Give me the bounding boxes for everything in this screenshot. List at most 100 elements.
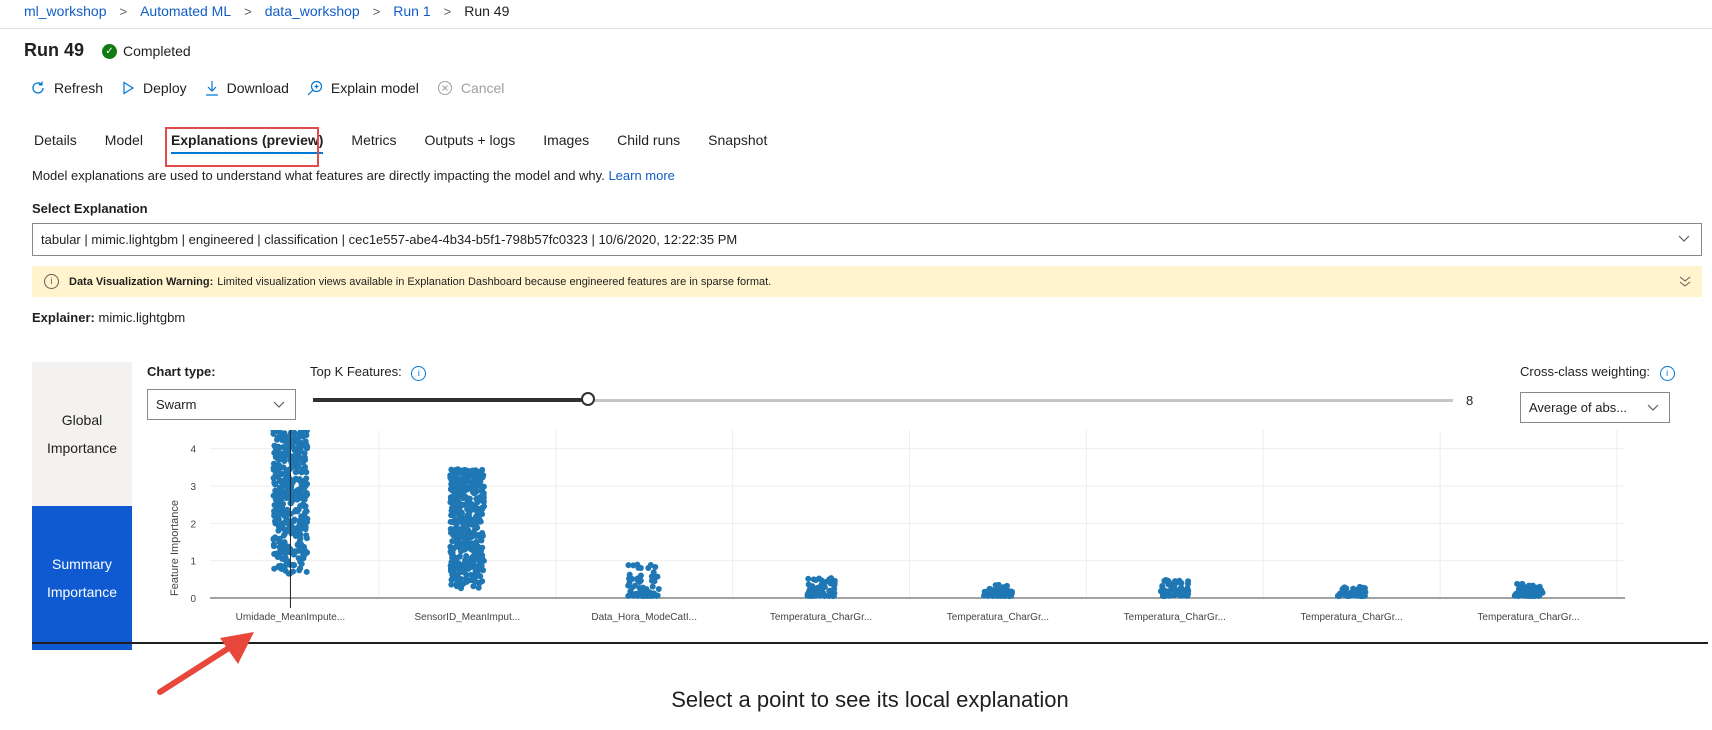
data-point[interactable] bbox=[281, 476, 288, 483]
data-point[interactable] bbox=[993, 592, 1000, 599]
data-point[interactable] bbox=[480, 490, 487, 497]
data-point[interactable] bbox=[447, 543, 454, 550]
tab-images[interactable]: Images bbox=[543, 132, 589, 154]
data-point[interactable] bbox=[1361, 585, 1368, 592]
refresh-button[interactable]: Refresh bbox=[30, 80, 103, 96]
data-point[interactable] bbox=[276, 478, 283, 485]
data-point[interactable] bbox=[456, 529, 463, 536]
breadcrumb-run-1[interactable]: Run 1 bbox=[393, 3, 430, 19]
data-point[interactable] bbox=[290, 568, 297, 575]
data-point[interactable] bbox=[301, 513, 308, 520]
data-point[interactable] bbox=[468, 505, 475, 512]
data-point[interactable] bbox=[478, 505, 485, 512]
nav-global-importance[interactable]: Global Importance bbox=[32, 362, 132, 506]
data-point[interactable] bbox=[296, 447, 303, 454]
tab-snapshot[interactable]: Snapshot bbox=[708, 132, 767, 154]
tab-metrics[interactable]: Metrics bbox=[351, 132, 396, 154]
data-point[interactable] bbox=[473, 573, 480, 580]
data-point[interactable] bbox=[1531, 587, 1538, 594]
data-point[interactable] bbox=[1520, 588, 1527, 595]
data-point[interactable] bbox=[303, 532, 310, 539]
data-point[interactable] bbox=[626, 571, 633, 578]
breadcrumb-automated-ml[interactable]: Automated ML bbox=[140, 3, 231, 19]
data-point[interactable] bbox=[1184, 580, 1191, 587]
data-point[interactable] bbox=[478, 557, 485, 564]
data-point[interactable] bbox=[629, 584, 636, 591]
data-point[interactable] bbox=[457, 569, 464, 576]
data-point[interactable] bbox=[296, 532, 303, 539]
data-point[interactable] bbox=[451, 511, 458, 518]
data-point[interactable] bbox=[291, 439, 298, 446]
data-point[interactable] bbox=[284, 445, 291, 452]
data-point[interactable] bbox=[270, 475, 277, 482]
data-point[interactable] bbox=[449, 526, 456, 533]
data-point[interactable] bbox=[279, 540, 286, 547]
cancel-button[interactable]: Cancel bbox=[437, 80, 504, 96]
data-point[interactable] bbox=[302, 477, 309, 484]
data-point[interactable] bbox=[470, 529, 477, 536]
tab-details[interactable]: Details bbox=[34, 132, 77, 154]
data-point[interactable] bbox=[291, 549, 298, 556]
data-point[interactable] bbox=[297, 503, 304, 510]
data-point[interactable] bbox=[288, 464, 295, 471]
data-point[interactable] bbox=[1514, 580, 1521, 587]
data-point[interactable] bbox=[1539, 589, 1546, 596]
data-point[interactable] bbox=[272, 466, 279, 473]
data-point[interactable] bbox=[290, 445, 297, 452]
data-point[interactable] bbox=[998, 592, 1005, 599]
data-point[interactable] bbox=[1341, 584, 1348, 591]
data-point[interactable] bbox=[480, 567, 487, 574]
data-point[interactable] bbox=[462, 559, 469, 566]
data-point[interactable] bbox=[279, 504, 286, 511]
data-point[interactable] bbox=[479, 529, 486, 536]
data-point[interactable] bbox=[1356, 583, 1363, 590]
data-point[interactable] bbox=[631, 591, 638, 598]
data-point[interactable] bbox=[282, 434, 289, 441]
data-point[interactable] bbox=[271, 565, 278, 572]
data-point[interactable] bbox=[805, 588, 812, 595]
data-point[interactable] bbox=[1344, 592, 1351, 599]
data-point[interactable] bbox=[454, 517, 461, 524]
data-point[interactable] bbox=[449, 498, 456, 505]
data-point[interactable] bbox=[986, 586, 993, 593]
data-point[interactable] bbox=[302, 468, 309, 475]
data-point[interactable] bbox=[1005, 592, 1012, 599]
data-point[interactable] bbox=[274, 553, 281, 560]
data-point[interactable] bbox=[270, 543, 277, 550]
data-point[interactable] bbox=[291, 562, 298, 569]
data-point[interactable] bbox=[448, 466, 455, 473]
data-point[interactable] bbox=[1530, 592, 1537, 599]
data-point[interactable] bbox=[1338, 589, 1345, 596]
data-point[interactable] bbox=[650, 592, 657, 599]
data-point[interactable] bbox=[454, 466, 461, 473]
download-button[interactable]: Download bbox=[205, 80, 289, 96]
data-point[interactable] bbox=[448, 581, 455, 588]
tab-outputs-logs[interactable]: Outputs + logs bbox=[425, 132, 516, 154]
data-point[interactable] bbox=[275, 457, 282, 464]
chart-type-dropdown[interactable]: Swarm bbox=[147, 389, 296, 420]
data-point[interactable] bbox=[655, 585, 662, 592]
data-point[interactable] bbox=[465, 565, 472, 572]
explain-model-button[interactable]: Explain model bbox=[307, 80, 419, 96]
data-point[interactable] bbox=[453, 580, 460, 587]
data-point[interactable] bbox=[473, 539, 480, 546]
data-point[interactable] bbox=[1361, 592, 1368, 599]
data-point[interactable] bbox=[270, 535, 277, 542]
data-point[interactable] bbox=[471, 470, 478, 477]
data-point[interactable] bbox=[271, 449, 278, 456]
data-point[interactable] bbox=[480, 498, 487, 505]
topk-slider-thumb[interactable] bbox=[581, 392, 595, 406]
data-point[interactable] bbox=[275, 522, 282, 529]
data-point[interactable] bbox=[648, 577, 655, 584]
data-point[interactable] bbox=[477, 471, 484, 478]
data-point[interactable] bbox=[300, 430, 307, 437]
data-point[interactable] bbox=[294, 496, 301, 503]
data-point[interactable] bbox=[649, 583, 656, 590]
data-point[interactable] bbox=[448, 482, 455, 489]
data-point[interactable] bbox=[463, 552, 470, 559]
data-point[interactable] bbox=[992, 582, 999, 589]
data-point[interactable] bbox=[276, 484, 283, 491]
data-point[interactable] bbox=[448, 559, 455, 566]
data-point[interactable] bbox=[449, 538, 456, 545]
tab-child-runs[interactable]: Child runs bbox=[617, 132, 680, 154]
